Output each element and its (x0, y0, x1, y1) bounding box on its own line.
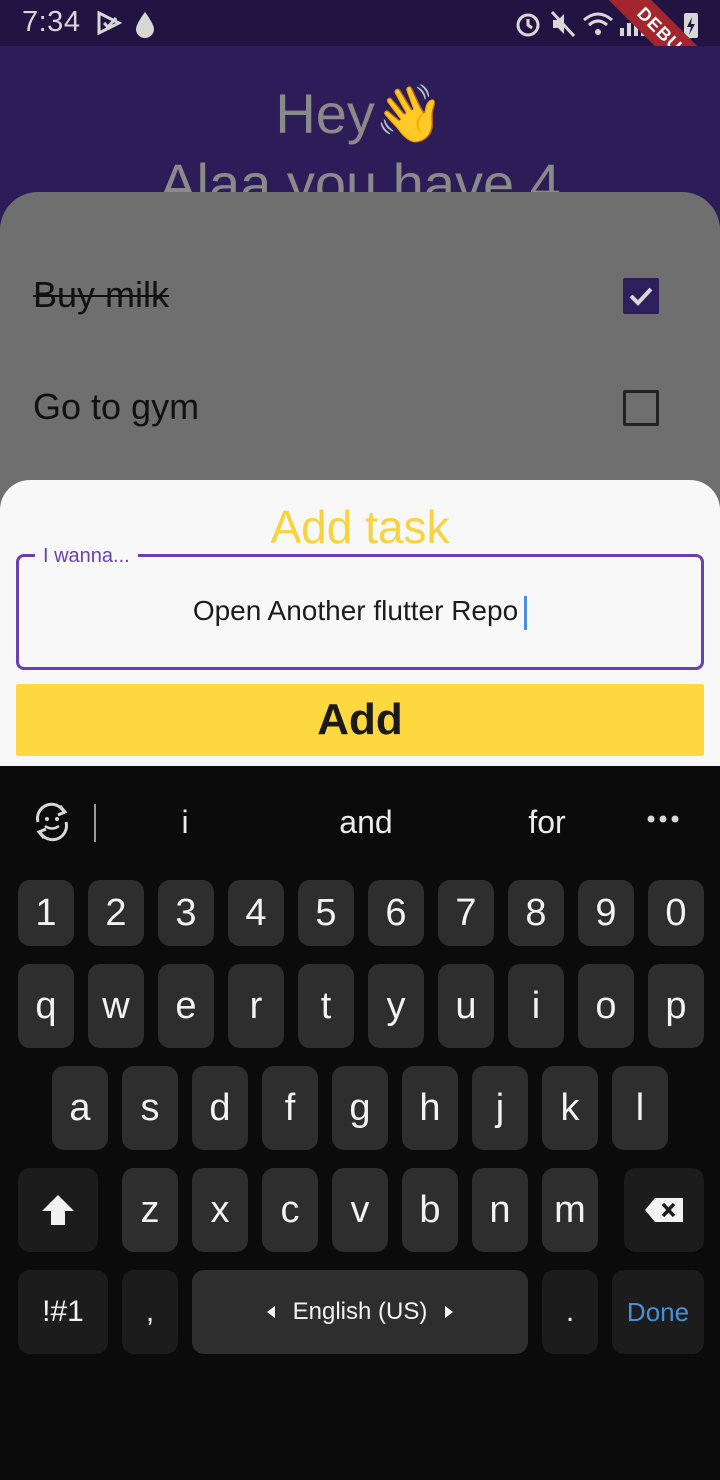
key-i[interactable]: i (508, 964, 564, 1048)
suggestion-bar: i and for (0, 766, 720, 876)
key-d[interactable]: d (192, 1066, 248, 1150)
key-w[interactable]: w (88, 964, 144, 1048)
suggestion-item[interactable]: and (296, 804, 436, 841)
key-j[interactable]: j (472, 1066, 528, 1150)
water-drop-icon (136, 12, 154, 38)
key-z[interactable]: z (122, 1168, 178, 1252)
key-0[interactable]: 0 (648, 880, 704, 946)
suggestion-item[interactable]: for (477, 804, 617, 841)
key-r[interactable]: r (228, 964, 284, 1048)
text-caret (524, 595, 528, 630)
key-s[interactable]: s (122, 1066, 178, 1150)
key-k[interactable]: k (542, 1066, 598, 1150)
greeting-title: Hey👋 (275, 82, 445, 145)
key-8[interactable]: 8 (508, 880, 564, 946)
task-input-field[interactable]: I wanna... Open Another flutter Repo (16, 545, 704, 670)
backspace-key[interactable] (624, 1168, 704, 1252)
key-6[interactable]: 6 (368, 880, 424, 946)
space-key-language: English (US) (292, 1298, 428, 1325)
add-button[interactable]: Add (16, 684, 704, 756)
soft-keyboard: i and for 1 2 3 4 5 6 7 8 9 0 q w e r t … (0, 766, 720, 1480)
done-key[interactable]: Done (612, 1270, 704, 1354)
alarm-icon (516, 13, 540, 37)
key-5[interactable]: 5 (298, 880, 354, 946)
more-options-icon[interactable] (646, 814, 680, 824)
key-2[interactable]: 2 (88, 880, 144, 946)
key-n[interactable]: n (472, 1168, 528, 1252)
key-1[interactable]: 1 (18, 880, 74, 946)
space-key[interactable]: English (US) (192, 1270, 528, 1354)
task-checkbox[interactable] (623, 390, 659, 426)
status-time: 7:34 (22, 6, 81, 38)
key-3[interactable]: 3 (158, 880, 214, 946)
symbols-key[interactable]: !#1 (18, 1270, 108, 1354)
task-input-value: Open Another flutter Repo (192, 595, 519, 626)
key-q[interactable]: q (18, 964, 74, 1048)
key-e[interactable]: e (158, 964, 214, 1048)
task-checkbox[interactable] (623, 278, 659, 314)
key-b[interactable]: b (402, 1168, 458, 1252)
task-row[interactable]: Go to gym (33, 378, 683, 438)
status-bar: 7:34 DEBUG (0, 0, 720, 120)
left-arrow-icon (266, 1306, 275, 1318)
suggestion-divider (94, 804, 96, 842)
key-x[interactable]: x (192, 1168, 248, 1252)
task-row[interactable]: Buy milk (33, 266, 683, 326)
key-u[interactable]: u (438, 964, 494, 1048)
add-task-sheet: Add task I wanna... Open Another flutter… (0, 480, 720, 768)
key-a[interactable]: a (52, 1066, 108, 1150)
key-y[interactable]: y (368, 964, 424, 1048)
shift-arrow-icon (42, 1195, 74, 1225)
key-4[interactable]: 4 (228, 880, 284, 946)
key-f[interactable]: f (262, 1066, 318, 1150)
emoji-sync-icon[interactable] (30, 800, 74, 844)
mute-icon (550, 10, 576, 38)
task-label: Go to gym (33, 386, 200, 427)
comma-key[interactable]: , (122, 1270, 178, 1354)
key-h[interactable]: h (402, 1066, 458, 1150)
key-p[interactable]: p (648, 964, 704, 1048)
right-arrow-icon (445, 1306, 454, 1318)
key-v[interactable]: v (332, 1168, 388, 1252)
task-input-label: I wanna... (35, 545, 138, 568)
check-icon (629, 287, 653, 306)
key-l[interactable]: l (612, 1066, 668, 1150)
period-key[interactable]: . (542, 1270, 598, 1354)
shift-key[interactable] (18, 1168, 98, 1252)
key-c[interactable]: c (262, 1168, 318, 1252)
key-7[interactable]: 7 (438, 880, 494, 946)
key-g[interactable]: g (332, 1066, 388, 1150)
key-9[interactable]: 9 (578, 880, 634, 946)
suggestion-item[interactable]: i (115, 804, 255, 841)
task-label: Buy milk (33, 274, 170, 315)
key-m[interactable]: m (542, 1168, 598, 1252)
key-o[interactable]: o (578, 964, 634, 1048)
wifi-icon (583, 12, 613, 35)
key-t[interactable]: t (298, 964, 354, 1048)
check-flag-icon (97, 10, 122, 36)
done-key-label: Done (626, 1296, 690, 1327)
task-input[interactable]: Open Another flutter Repo (19, 595, 701, 630)
backspace-icon (645, 1198, 683, 1222)
